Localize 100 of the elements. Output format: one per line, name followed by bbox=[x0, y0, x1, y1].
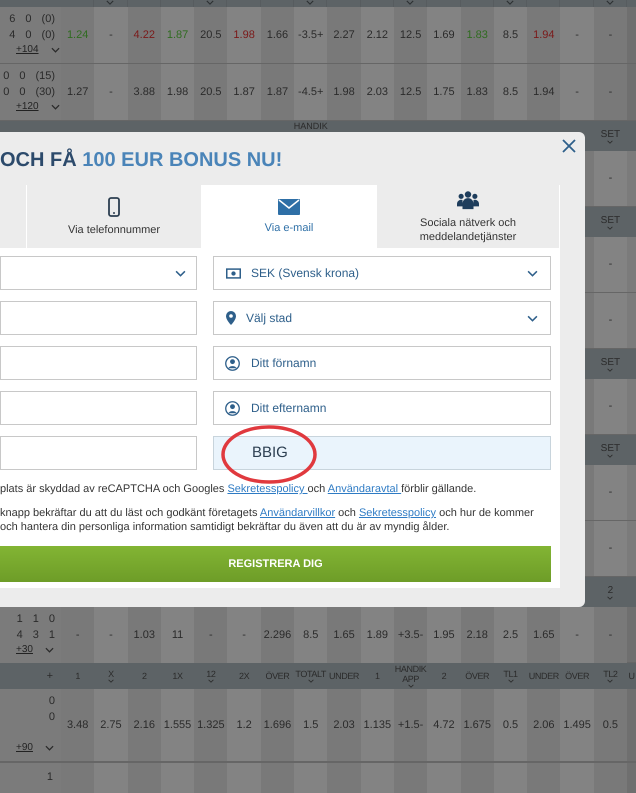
odds-value: 1.95 bbox=[433, 628, 455, 643]
tab[interactable]: Via telefonnummer bbox=[27, 185, 202, 248]
odds-value: - bbox=[608, 485, 612, 500]
table-cell bbox=[360, 763, 394, 793]
chevron-down-icon bbox=[50, 46, 60, 52]
chevron-down-icon bbox=[607, 226, 614, 230]
chevron-down-icon bbox=[44, 646, 54, 652]
column-header: SET bbox=[600, 442, 620, 454]
chevron-down-icon bbox=[50, 104, 60, 110]
odds-value: 2.75 bbox=[100, 718, 122, 733]
score-text: 4 bbox=[16, 629, 23, 642]
user-icon bbox=[225, 401, 240, 416]
table-cell bbox=[327, 763, 361, 793]
table-cell bbox=[527, 763, 560, 793]
score-text: 1 bbox=[16, 613, 23, 626]
odds-value: -4.5+ bbox=[298, 84, 324, 100]
table-cell bbox=[128, 763, 161, 793]
odds-value: 1.69 bbox=[433, 28, 455, 43]
odds-value: 2.03 bbox=[366, 84, 388, 100]
odds-value: 2.03 bbox=[333, 718, 355, 733]
score-text: 1 bbox=[32, 613, 39, 626]
odds-value: 1.135 bbox=[364, 718, 392, 733]
chevron-down-icon bbox=[306, 0, 314, 5]
odds-value: 1.2 bbox=[236, 718, 252, 733]
select-field[interactable] bbox=[0, 256, 197, 290]
odds-value: 2.296 bbox=[264, 628, 292, 643]
score-text: 6 bbox=[9, 13, 16, 26]
chevron-down-icon bbox=[606, 0, 614, 5]
column-header: 12 bbox=[206, 669, 216, 679]
score-text: 1 bbox=[46, 770, 53, 785]
score-text: 3 bbox=[32, 629, 39, 642]
score-text: 0 bbox=[25, 29, 32, 42]
select-field[interactable]: Välj stad bbox=[213, 301, 551, 335]
add-icon[interactable]: + bbox=[46, 668, 53, 684]
column-header: ÖVER bbox=[565, 671, 590, 681]
table-cell bbox=[194, 763, 228, 793]
odds-value: +1.5- bbox=[398, 718, 424, 733]
odds-value: - bbox=[608, 313, 612, 328]
column-header: ÖVER bbox=[265, 671, 290, 681]
odds-value: 1.87 bbox=[233, 84, 255, 100]
input-field[interactable] bbox=[0, 391, 197, 425]
odds-value: 1.87 bbox=[166, 28, 188, 43]
table-cell bbox=[260, 763, 294, 793]
odds-value: 1.325 bbox=[197, 718, 225, 733]
table-cell bbox=[560, 763, 594, 793]
link[interactable]: Sekretesspolicy bbox=[358, 507, 436, 519]
input-field[interactable] bbox=[0, 436, 197, 470]
chevron-down-icon bbox=[44, 744, 54, 750]
input-field[interactable] bbox=[0, 346, 197, 380]
odds-value: 12.5 bbox=[400, 84, 422, 100]
envelope-icon bbox=[278, 198, 300, 214]
odds-value: 20.5 bbox=[200, 28, 222, 43]
chevron-down-icon bbox=[206, 0, 214, 5]
score-text: (0) bbox=[42, 13, 55, 26]
chevron-down-icon bbox=[607, 140, 614, 144]
select-field[interactable]: SEK (Svensk krona) bbox=[213, 256, 551, 290]
odds-value: 1.98 bbox=[166, 84, 188, 100]
link[interactable]: Användarvillkor bbox=[260, 507, 336, 519]
odds-value: - bbox=[209, 628, 213, 643]
input-field[interactable] bbox=[0, 301, 197, 335]
odds-value: 2.12 bbox=[366, 28, 388, 43]
odds-value: 11 bbox=[172, 628, 184, 643]
input-field[interactable]: Ditt förnamn bbox=[213, 346, 551, 380]
odds-value: +3.5- bbox=[398, 628, 424, 643]
table-cell bbox=[394, 763, 428, 793]
odds-value: 4.22 bbox=[134, 28, 155, 43]
odds-value: 8.5 bbox=[303, 628, 318, 643]
odds-value: 1.66 bbox=[266, 28, 288, 43]
tab[interactable]: Sociala nätverk och meddelandetjänster bbox=[377, 185, 560, 248]
more-markets-link[interactable]: +104 bbox=[16, 42, 39, 57]
odds-value: - bbox=[608, 628, 612, 643]
odds-value: 1.98 bbox=[233, 28, 255, 43]
promo-code-field[interactable]: BBIG bbox=[213, 436, 551, 470]
odds-value: 8.5 bbox=[502, 28, 518, 43]
link[interactable]: Sekretesspolicy bbox=[227, 483, 308, 495]
odds-value: 1.87 bbox=[266, 84, 288, 100]
column-header: HANDIK APP bbox=[394, 664, 427, 684]
odds-value: 1.5 bbox=[303, 718, 318, 733]
odds-value: 0.5 bbox=[602, 718, 618, 733]
more-markets-link[interactable]: +90 bbox=[16, 740, 33, 755]
odds-value: - bbox=[109, 628, 113, 643]
column-header: TOTALT bbox=[295, 669, 326, 679]
more-markets-link[interactable]: +120 bbox=[16, 99, 39, 114]
odds-value: 2.06 bbox=[533, 718, 555, 733]
odds-value: 1.94 bbox=[533, 28, 555, 43]
odds-value: - bbox=[608, 84, 612, 100]
odds-value: 1.98 bbox=[333, 84, 355, 100]
input-field[interactable]: Ditt efternamn bbox=[213, 391, 551, 425]
dialog-title: OCH FÅ 100 EUR BONUS NU! bbox=[0, 147, 282, 173]
phone-icon bbox=[108, 196, 120, 216]
odds-value: 1.65 bbox=[333, 628, 355, 643]
column-header: 2 bbox=[442, 671, 446, 681]
more-markets-link[interactable]: +30 bbox=[16, 642, 33, 657]
chevron-down-icon bbox=[607, 454, 614, 458]
odds-value: 1.75 bbox=[433, 84, 455, 100]
register-button[interactable]: REGISTRERA DIG bbox=[0, 546, 551, 582]
column-header: HANDIK bbox=[294, 121, 328, 131]
odds-value: - bbox=[608, 28, 612, 43]
score-text: 0 bbox=[48, 695, 55, 708]
link[interactable]: Användaravtal bbox=[328, 483, 402, 495]
